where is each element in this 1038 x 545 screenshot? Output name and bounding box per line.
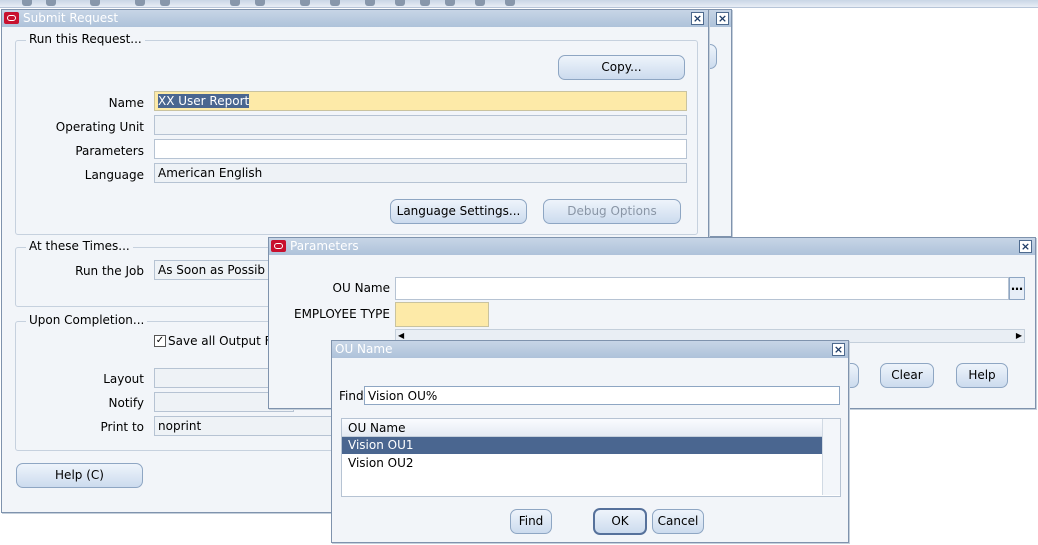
close-icon[interactable]: × (716, 12, 729, 25)
toolbar-icon[interactable] (365, 0, 375, 6)
scroll-left-icon[interactable]: ◀ (398, 331, 404, 340)
close-icon[interactable]: × (691, 12, 704, 25)
window-title: Submit Request (23, 11, 119, 25)
toolbar-icon[interactable] (90, 0, 100, 6)
toolbar-icon[interactable] (300, 0, 310, 6)
operating-unit-label: Operating Unit (55, 120, 144, 134)
clear-button[interactable]: Clear (880, 363, 934, 388)
close-icon[interactable]: × (832, 343, 845, 356)
lov-ellipsis-button[interactable]: … (1009, 277, 1025, 300)
group-label: At these Times... (26, 239, 133, 253)
toolbar-icon[interactable] (255, 0, 265, 6)
parameters-titlebar: Parameters (269, 238, 1035, 255)
ou-list: OU Name Vision OU1 Vision OU2 (341, 418, 841, 497)
list-item[interactable]: Vision OU1 (342, 437, 822, 454)
toolbar-icon[interactable] (505, 0, 515, 6)
toolbar-icon[interactable] (46, 0, 56, 6)
cancel-button[interactable]: Cancel (652, 509, 704, 534)
close-icon[interactable]: × (1019, 240, 1032, 253)
column-header-ou-name: OU Name (348, 421, 406, 435)
print-to-field[interactable]: noprint (154, 416, 354, 436)
toolbar-icon[interactable] (135, 0, 145, 6)
ou-name-lov-window: OU Name × Find Vision OU% OU Name Vision… (331, 340, 849, 543)
list-item-label: Vision OU1 (348, 438, 414, 452)
list-item-label: Vision OU2 (348, 456, 414, 470)
window-title: Parameters (290, 239, 359, 253)
ou-list-header[interactable]: OU Name (342, 419, 822, 437)
toolbar-icon[interactable] (420, 0, 430, 6)
save-output-label: Save all Output F (168, 334, 272, 348)
vertical-scrollbar[interactable] (822, 419, 840, 495)
notify-label: Notify (108, 396, 144, 410)
operating-unit-field[interactable] (154, 115, 687, 135)
help-button[interactable]: Help (956, 363, 1008, 388)
ou-name-label: OU Name (332, 281, 390, 295)
find-button[interactable]: Find (510, 509, 552, 534)
print-to-label: Print to (100, 420, 144, 434)
ok-button[interactable]: OK (593, 508, 647, 535)
find-label: Find (339, 389, 364, 403)
parameters-label: Parameters (75, 144, 144, 158)
name-label: Name (108, 96, 144, 110)
name-value: XX User Report (158, 94, 250, 108)
toolbar-icon[interactable] (330, 0, 340, 6)
run-job-label: Run the Job (75, 264, 144, 278)
employee-type-label: EMPLOYEE TYPE (293, 307, 390, 321)
toolbar (0, 0, 1038, 8)
group-label: Run this Request... (26, 32, 145, 46)
list-item[interactable]: Vision OU2 (342, 455, 822, 472)
language-field[interactable]: American English (154, 163, 687, 183)
ou-name-lov-titlebar: OU Name (332, 341, 848, 358)
ou-name-field[interactable] (395, 277, 1009, 300)
copy-button[interactable]: Copy... (558, 55, 685, 80)
toolbar-icon[interactable] (230, 0, 240, 6)
name-field[interactable]: XX User Report (154, 91, 687, 111)
debug-options-button[interactable]: Debug Options (543, 199, 681, 224)
oracle-logo-icon (4, 12, 19, 24)
layout-label: Layout (103, 372, 144, 386)
help-button[interactable]: Help (C) (16, 463, 143, 488)
toolbar-icon[interactable] (22, 0, 32, 6)
employee-type-field[interactable] (395, 302, 489, 327)
toolbar-icon[interactable] (475, 0, 485, 6)
window-title: OU Name (335, 342, 393, 356)
language-settings-button[interactable]: Language Settings... (390, 199, 527, 224)
language-label: Language (84, 168, 144, 182)
find-input[interactable]: Vision OU% (364, 386, 840, 405)
toolbar-icon[interactable] (160, 0, 170, 6)
toolbar-icon[interactable] (445, 0, 455, 6)
toolbar-icon[interactable] (395, 0, 405, 6)
save-output-checkbox[interactable]: ✓ (154, 335, 166, 347)
group-label: Upon Completion... (26, 313, 148, 327)
submit-request-titlebar: Submit Request (2, 10, 708, 27)
parameters-field[interactable] (154, 139, 687, 159)
scroll-right-icon[interactable]: ▶ (1016, 331, 1022, 340)
oracle-logo-icon (271, 240, 286, 252)
